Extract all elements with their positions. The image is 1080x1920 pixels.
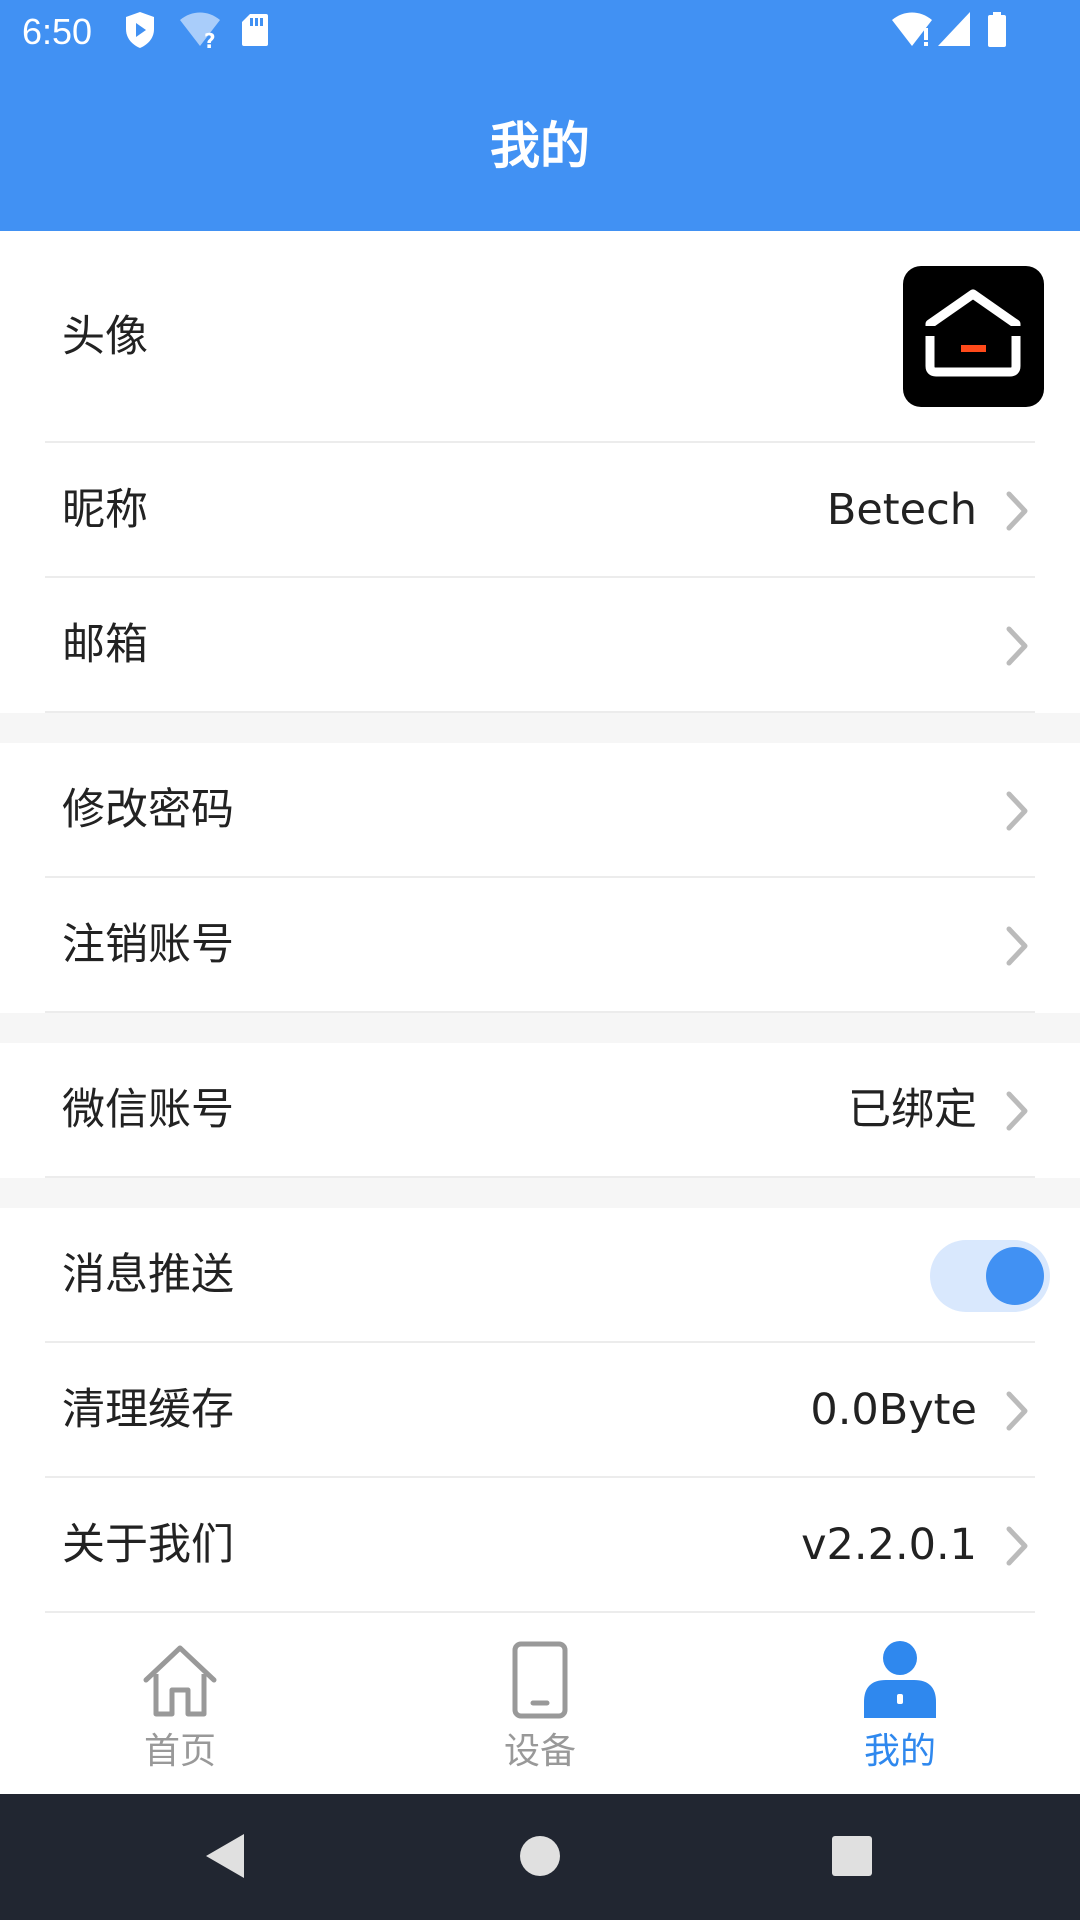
nickname-label: 昵称: [62, 485, 148, 535]
sd-card-icon: [240, 10, 270, 54]
push-notification-row: 消息推送: [0, 1208, 1080, 1343]
nav-item-mine[interactable]: 我的: [720, 1614, 1080, 1794]
delete-account-row[interactable]: 注销账号: [0, 878, 1080, 1013]
chevron-right-icon: [1006, 491, 1028, 531]
push-notification-label: 消息推送: [62, 1250, 234, 1300]
chevron-right-icon: [1006, 1526, 1028, 1566]
wechat-account-status: 已绑定: [848, 1085, 977, 1135]
avatar-label: 头像: [62, 312, 148, 362]
signal-icon: [936, 10, 972, 54]
chevron-right-icon: [1006, 1391, 1028, 1431]
nickname-row[interactable]: 昵称 Betech: [0, 443, 1080, 578]
clear-cache-label: 清理缓存: [62, 1385, 234, 1435]
about-us-label: 关于我们: [62, 1520, 234, 1570]
shield-icon: [124, 10, 156, 54]
wechat-account-row[interactable]: 微信账号 已绑定: [0, 1043, 1080, 1178]
system-nav-bar: [0, 1794, 1080, 1920]
nav-item-device[interactable]: 设备: [360, 1614, 720, 1794]
svg-text:?: ?: [204, 29, 216, 50]
clear-cache-row[interactable]: 清理缓存 0.0Byte: [0, 1343, 1080, 1478]
home-button[interactable]: [519, 1835, 561, 1877]
avatar[interactable]: [903, 266, 1044, 407]
section-gap: [0, 1178, 1080, 1208]
section-gap: [0, 1013, 1080, 1043]
email-label: 邮箱: [62, 620, 148, 670]
section-gap: [0, 713, 1080, 743]
status-time: 6:50: [22, 11, 93, 52]
email-row[interactable]: 邮箱: [0, 578, 1080, 713]
wechat-account-label: 微信账号: [62, 1085, 234, 1135]
chevron-right-icon: [1006, 926, 1028, 966]
battery-icon: [986, 10, 1008, 54]
nav-label-mine: 我的: [863, 1731, 936, 1772]
status-bar: 6:50 ?: [0, 0, 1080, 64]
bottom-nav: 首页 设备 我的: [0, 1614, 1080, 1794]
cache-size-value: 0.0Byte: [810, 1385, 977, 1435]
delete-account-label: 注销账号: [62, 920, 234, 970]
wifi-alert-icon: [890, 10, 934, 54]
change-password-label: 修改密码: [62, 785, 234, 835]
divider: [45, 1611, 1035, 1613]
nav-label-home: 首页: [143, 1731, 216, 1772]
push-notification-toggle[interactable]: [930, 1240, 1050, 1312]
avatar-row[interactable]: 头像: [0, 231, 1080, 443]
app-version-value: v2.2.0.1: [801, 1520, 977, 1570]
about-us-row[interactable]: 关于我们 v2.2.0.1: [0, 1478, 1080, 1613]
app-bar: 我的: [0, 64, 1080, 231]
chevron-right-icon: [1006, 1091, 1028, 1131]
back-button[interactable]: [204, 1832, 246, 1880]
chevron-right-icon: [1006, 791, 1028, 831]
person-icon: [864, 1641, 936, 1718]
chevron-right-icon: [1006, 626, 1028, 666]
nav-label-device: 设备: [503, 1731, 576, 1772]
page-title: 我的: [490, 117, 590, 175]
settings-list: 头像 昵称 Betech 邮箱 修改密码 注销账号 微信账号 已绑定 消息推送 …: [0, 231, 1080, 1614]
nickname-value: Betech: [826, 485, 977, 535]
toggle-thumb: [986, 1247, 1044, 1305]
home-icon: [143, 1645, 217, 1717]
device-icon: [512, 1641, 568, 1719]
recents-button[interactable]: [831, 1835, 873, 1877]
wifi-question-icon: ?: [178, 10, 222, 54]
change-password-row[interactable]: 修改密码: [0, 743, 1080, 878]
nav-item-home[interactable]: 首页: [0, 1614, 360, 1794]
